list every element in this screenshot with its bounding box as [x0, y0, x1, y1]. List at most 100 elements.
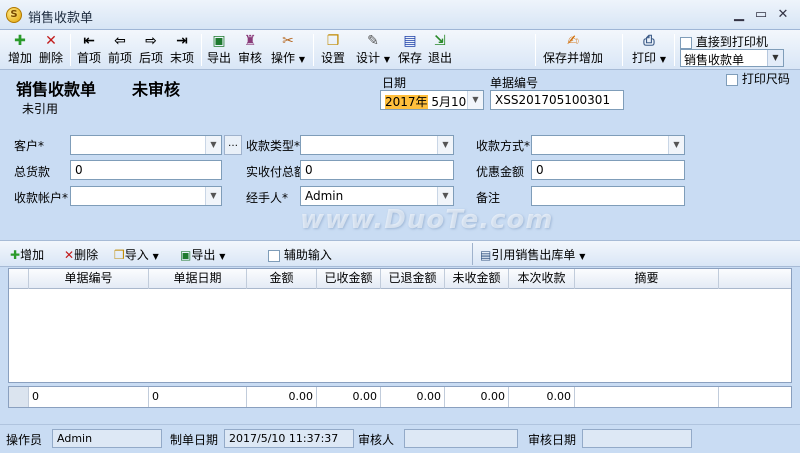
total-cell: 0 — [149, 387, 247, 407]
actual-label: 实收付总额 — [246, 165, 307, 179]
customer-select[interactable]: ▼ — [70, 135, 222, 155]
grid-header: 单据编号 单据日期 金额 已收金额 已退金额 未收金额 本次收款 摘要 — [9, 269, 791, 289]
total-cell: 0.00 — [381, 387, 445, 407]
column-header[interactable]: 摘要 — [575, 269, 719, 289]
print-direct-checkbox[interactable]: 直接到打印机 — [680, 33, 768, 50]
chevron-down-icon: ▼ — [152, 252, 159, 261]
grid-delete-button[interactable]: ✕删除 — [64, 246, 98, 263]
collect-method-select[interactable]: ▼ — [531, 135, 685, 155]
print-dropdown-button[interactable]: ⎙ 打印 ▼ — [628, 32, 670, 68]
checkbox-box[interactable] — [726, 73, 738, 86]
chevron-down-icon[interactable]: ▼ — [205, 136, 221, 154]
column-header[interactable]: 已退金额 — [381, 269, 445, 289]
last-icon: ⇥ — [176, 33, 188, 49]
row-indicator-header — [9, 269, 29, 289]
design-dropdown-button[interactable]: ✎ 设计 ▼ — [352, 32, 394, 68]
exit-icon: ⇲ — [434, 33, 446, 49]
toolbar-separator — [201, 34, 202, 66]
chevron-down-icon[interactable]: ▼ — [205, 187, 221, 205]
checkbox-box[interactable] — [268, 249, 280, 262]
operate-dropdown-button[interactable]: ✂ 操作 ▼ — [268, 32, 308, 68]
window-title: 销售收款单 — [28, 11, 94, 26]
maximize-button[interactable]: ▭ — [752, 6, 770, 24]
handler-select[interactable]: Admin ▼ — [300, 186, 454, 206]
collect-method-label: 收款方式* — [476, 139, 531, 153]
print-size-checkbox[interactable]: 打印尺码 — [726, 70, 790, 87]
export-button[interactable]: ▣ 导出 — [205, 32, 233, 68]
actual-field[interactable]: 0 — [300, 160, 454, 180]
row-indicator — [9, 387, 29, 407]
auditor-value — [404, 429, 518, 448]
doc-no-field[interactable]: XSS201705100301 — [490, 90, 624, 110]
chevron-down-icon: ▼ — [579, 252, 586, 261]
chevron-down-icon[interactable]: ▼ — [467, 91, 483, 109]
ref-outbound-button[interactable]: ▤引用销售出库单 ▼ — [480, 246, 585, 263]
collect-type-select[interactable]: ▼ — [300, 135, 454, 155]
total-cell — [575, 387, 719, 407]
column-header[interactable]: 未收金额 — [445, 269, 509, 289]
next-button[interactable]: ⇨ 后项 — [137, 32, 165, 68]
form-area: 销售收款单 未审核 未引用 日期 2017年 5月10日 ▼ 单据编号 XSS2… — [0, 70, 800, 238]
doc-no-label: 单据编号 — [490, 76, 539, 90]
checkbox-box[interactable] — [680, 36, 692, 49]
total-label: 总货款 — [14, 165, 51, 179]
customer-browse-button[interactable]: … — [224, 135, 242, 155]
chevron-down-icon[interactable]: ▼ — [437, 187, 453, 205]
grid-export-button[interactable]: ▣导出 ▼ — [180, 246, 225, 263]
remark-label: 备注 — [476, 191, 501, 205]
total-cell: 0.00 — [509, 387, 575, 407]
chevron-down-icon[interactable]: ▼ — [767, 50, 783, 66]
toolbar-separator — [674, 34, 675, 66]
total-field[interactable]: 0 — [70, 160, 222, 180]
chevron-down-icon: ▼ — [219, 252, 226, 261]
customer-label: 客户* — [14, 139, 45, 153]
column-header[interactable]: 已收金额 — [317, 269, 381, 289]
exit-button[interactable]: ⇲ 退出 — [426, 32, 454, 68]
chevron-down-icon[interactable]: ▼ — [668, 136, 684, 154]
date-label: 日期 — [382, 76, 407, 90]
close-button[interactable]: ✕ — [774, 6, 792, 24]
column-header[interactable]: 金额 — [247, 269, 317, 289]
excel-icon: ▣ — [212, 33, 226, 49]
settings-button[interactable]: ❐ 设置 — [318, 32, 348, 68]
column-header[interactable]: 单据编号 — [29, 269, 149, 289]
chevron-down-icon: ▼ — [383, 55, 390, 64]
delete-icon: ✕ — [45, 33, 57, 49]
chevron-down-icon[interactable]: ▼ — [437, 136, 453, 154]
toolbar-separator — [313, 34, 314, 66]
column-header[interactable]: 单据日期 — [149, 269, 247, 289]
detail-grid[interactable]: 单据编号 单据日期 金额 已收金额 已退金额 未收金额 本次收款 摘要 — [8, 268, 792, 383]
date-picker[interactable]: 2017年 5月10日 ▼ — [380, 90, 484, 110]
import-box-icon: ❒ — [114, 248, 125, 262]
prev-button[interactable]: ⇦ 前项 — [106, 32, 134, 68]
column-header[interactable]: 本次收款 — [509, 269, 575, 289]
save-icon: ▤ — [403, 33, 417, 49]
assist-input-checkbox[interactable]: 辅助输入 — [268, 246, 332, 263]
grid-toolbar: ✚增加 ✕删除 ❒导入 ▼ ▣导出 ▼ 辅助输入 ▤引用销售出库单 ▼ — [0, 240, 800, 267]
tools-icon: ✂ — [282, 33, 294, 49]
total-cell: 0.00 — [247, 387, 317, 407]
first-button[interactable]: ⇤ 首项 — [75, 32, 103, 68]
account-select[interactable]: ▼ — [70, 186, 222, 206]
operator-value: Admin — [52, 429, 162, 448]
first-icon: ⇤ — [83, 33, 95, 49]
audit-date-label: 审核日期 — [528, 433, 577, 447]
grid-import-button[interactable]: ❒导入 ▼ — [114, 246, 159, 263]
delete-button[interactable]: ✕ 删除 — [36, 32, 66, 68]
minimize-button[interactable]: ▁ — [730, 6, 748, 24]
print-template-select[interactable]: 销售收款单 ▼ — [680, 49, 784, 67]
add-button[interactable]: ✚ 增加 — [6, 32, 34, 68]
last-button[interactable]: ⇥ 末项 — [168, 32, 196, 68]
collect-type-label: 收款类型* — [246, 139, 301, 153]
audit-button[interactable]: ♜ 审核 — [236, 32, 264, 68]
prev-icon: ⇦ — [114, 33, 126, 49]
audit-status: 未审核 — [132, 80, 181, 99]
auditor-label: 审核人 — [358, 433, 395, 447]
created-label: 制单日期 — [170, 433, 219, 447]
grid-add-button[interactable]: ✚增加 — [10, 246, 44, 263]
discount-field[interactable]: 0 — [531, 160, 685, 180]
total-cell: 0.00 — [445, 387, 509, 407]
remark-field[interactable] — [531, 186, 685, 206]
save-button[interactable]: ▤ 保存 — [396, 32, 424, 68]
save-and-add-button[interactable]: ✍ 保存并增加 — [540, 32, 606, 68]
